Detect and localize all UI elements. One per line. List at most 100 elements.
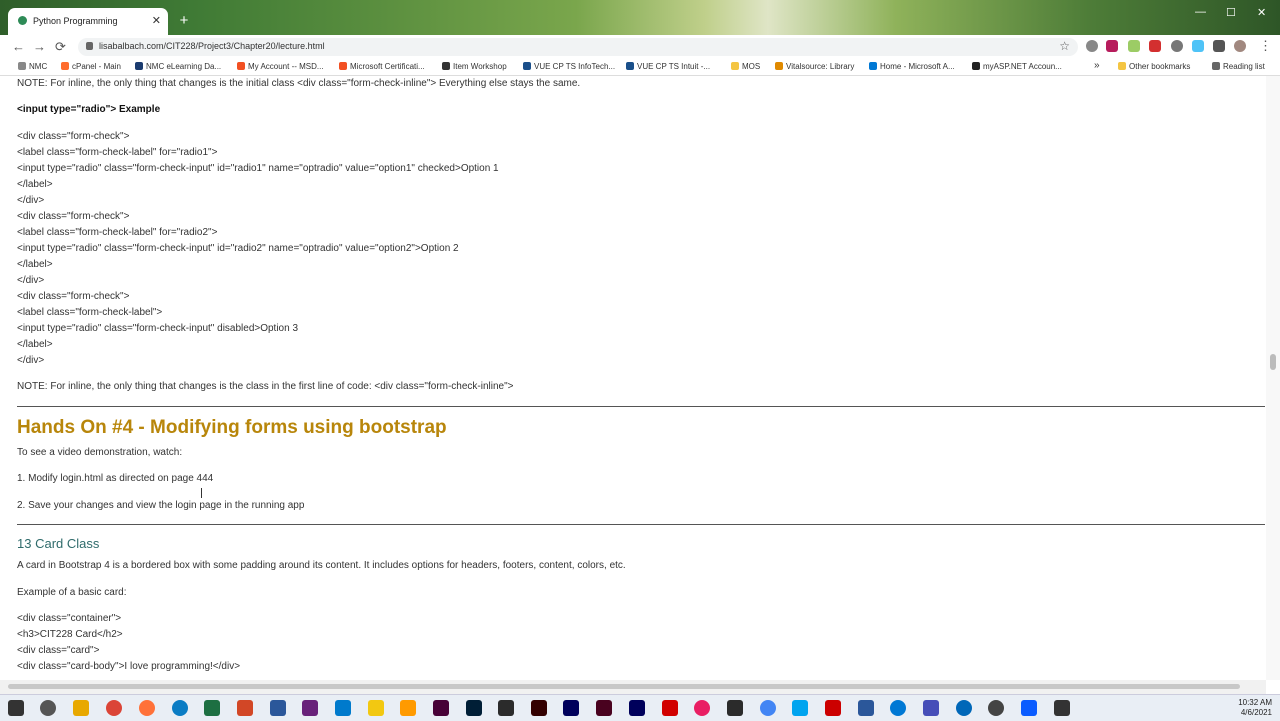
other-bookmarks-folder[interactable]: Other bookmarks [1118, 62, 1190, 71]
file-explorer-icon[interactable] [73, 700, 89, 716]
bookmark-item[interactable]: NMC eLearning Da... [135, 62, 221, 71]
extensions-puzzle-icon[interactable] [1213, 40, 1225, 52]
folder-icon [1118, 62, 1126, 70]
windows-taskbar: 10:32 AM 4/6/2021 [0, 694, 1280, 721]
text-cursor-icon [201, 488, 202, 498]
bookmark-item[interactable]: MOS [731, 62, 760, 71]
reading-list-button[interactable]: Reading list [1212, 62, 1265, 71]
after-effects-icon[interactable] [629, 700, 645, 716]
acrobat-icon[interactable] [662, 700, 678, 716]
system-clock[interactable]: 10:32 AM 4/6/2021 [1238, 698, 1272, 718]
bookmark-icon [135, 62, 143, 70]
visual-studio-icon[interactable] [302, 700, 318, 716]
bookmark-icon [442, 62, 450, 70]
back-icon[interactable]: ← [12, 39, 25, 54]
menu-icon[interactable]: ⋮ [1259, 38, 1272, 54]
horizontal-scrollbar[interactable] [0, 680, 1266, 694]
tab-close-icon[interactable]: ✕ [152, 14, 161, 27]
bookmark-item[interactable]: myASP.NET Accoun... [972, 62, 1062, 71]
vertical-scrollbar[interactable] [1266, 76, 1280, 680]
bookmark-item[interactable]: VUE CP TS InfoTech... [523, 62, 615, 71]
firefox-icon[interactable] [139, 700, 155, 716]
app-icon[interactable] [727, 700, 743, 716]
maximize-icon[interactable]: ☐ [1226, 6, 1236, 19]
bookmarks-bar: NMC cPanel - Main NMC eLearning Da... My… [0, 59, 1280, 76]
bookmark-item[interactable]: NMC [18, 62, 47, 71]
terminal-icon[interactable] [1054, 700, 1070, 716]
browser-title-bar: Python Programming ✕ + — ☐ ✕ [0, 0, 1280, 35]
bookmark-icon [869, 62, 877, 70]
bookmark-icon [523, 62, 531, 70]
scrollbar-thumb[interactable] [1270, 354, 1276, 370]
bookmark-item[interactable]: cPanel - Main [61, 62, 121, 71]
edge-icon[interactable] [172, 700, 188, 716]
start-icon[interactable] [8, 700, 24, 716]
app-icon[interactable] [694, 700, 710, 716]
app-icon[interactable] [858, 700, 874, 716]
bookmark-item[interactable]: My Account -- MSD... [237, 62, 324, 71]
url-text: lisabalbach.com/CIT228/Project3/Chapter2… [99, 41, 325, 51]
app-icon[interactable] [368, 700, 384, 716]
code-line: <div class="card-body">I love programmin… [17, 661, 241, 672]
note-text: NOTE: For inline, the only thing that ch… [17, 78, 581, 89]
bookmark-item[interactable]: Home - Microsoft A... [869, 62, 955, 71]
app-icon[interactable] [760, 700, 776, 716]
indesign-icon[interactable] [596, 700, 612, 716]
minimize-icon[interactable]: — [1195, 6, 1206, 18]
scrollbar-thumb[interactable] [8, 684, 1240, 689]
bookmark-item[interactable]: Microsoft Certificati... [339, 62, 425, 71]
app-icon[interactable] [890, 700, 906, 716]
zoom-icon[interactable] [1021, 700, 1037, 716]
bookmark-icon [972, 62, 980, 70]
app-icon[interactable] [400, 700, 416, 716]
photoshop-icon[interactable] [466, 700, 482, 716]
site-favicon-icon [18, 16, 27, 25]
dreamweaver-icon[interactable] [433, 700, 449, 716]
more-bookmarks-icon[interactable]: » [1094, 60, 1100, 71]
code-line: <div class="card"> [17, 645, 100, 656]
code-line: </label> [17, 339, 53, 350]
list-item: 2. Save your changes and view the login … [17, 500, 305, 511]
bookmark-item[interactable]: Vitalsource: Library [775, 62, 854, 71]
search-icon[interactable] [40, 700, 56, 716]
illustrator-icon[interactable] [531, 700, 547, 716]
extension-icon[interactable] [1149, 40, 1161, 52]
bookmark-icon [626, 62, 634, 70]
window-close-icon[interactable]: ✕ [1257, 6, 1266, 19]
section-divider [17, 524, 1265, 525]
section-divider [17, 406, 1265, 407]
app-icon[interactable] [988, 700, 1004, 716]
extension-icon[interactable] [1192, 40, 1204, 52]
bridge-icon[interactable] [498, 700, 514, 716]
browser-tab[interactable]: Python Programming ✕ [8, 8, 168, 35]
forward-icon[interactable]: → [33, 39, 46, 54]
powerpoint-icon[interactable] [237, 700, 253, 716]
extension-icon[interactable] [1171, 40, 1183, 52]
code-line: <label class="form-check-label" for="rad… [17, 147, 218, 158]
animate-icon[interactable] [563, 700, 579, 716]
app-icon[interactable] [792, 700, 808, 716]
chrome-icon[interactable] [106, 700, 122, 716]
new-tab-button[interactable]: + [176, 13, 192, 29]
bookmark-star-icon[interactable]: ☆ [1059, 39, 1070, 53]
excel-icon[interactable] [204, 700, 220, 716]
section-heading: 13 Card Class [17, 536, 100, 551]
extension-icon[interactable] [1086, 40, 1098, 52]
filezilla-icon[interactable] [825, 700, 841, 716]
extension-icon[interactable] [1128, 40, 1140, 52]
bookmark-item[interactable]: Item Workshop [442, 62, 507, 71]
headset-icon[interactable] [956, 700, 972, 716]
bookmark-item[interactable]: VUE CP TS Intuit -... [626, 62, 710, 71]
code-line: </div> [17, 275, 45, 286]
clock-date: 4/6/2021 [1240, 708, 1272, 717]
reload-icon[interactable]: ⟳ [55, 39, 66, 55]
vscode-icon[interactable] [335, 700, 351, 716]
code-line: </div> [17, 195, 45, 206]
address-bar[interactable]: lisabalbach.com/CIT228/Project3/Chapter2… [78, 38, 1078, 56]
word-icon[interactable] [270, 700, 286, 716]
card-example-label: Example of a basic card: [17, 587, 127, 598]
profile-avatar[interactable] [1234, 40, 1246, 52]
extension-icon[interactable] [1106, 40, 1118, 52]
code-line: </label> [17, 179, 53, 190]
teams-icon[interactable] [923, 700, 939, 716]
